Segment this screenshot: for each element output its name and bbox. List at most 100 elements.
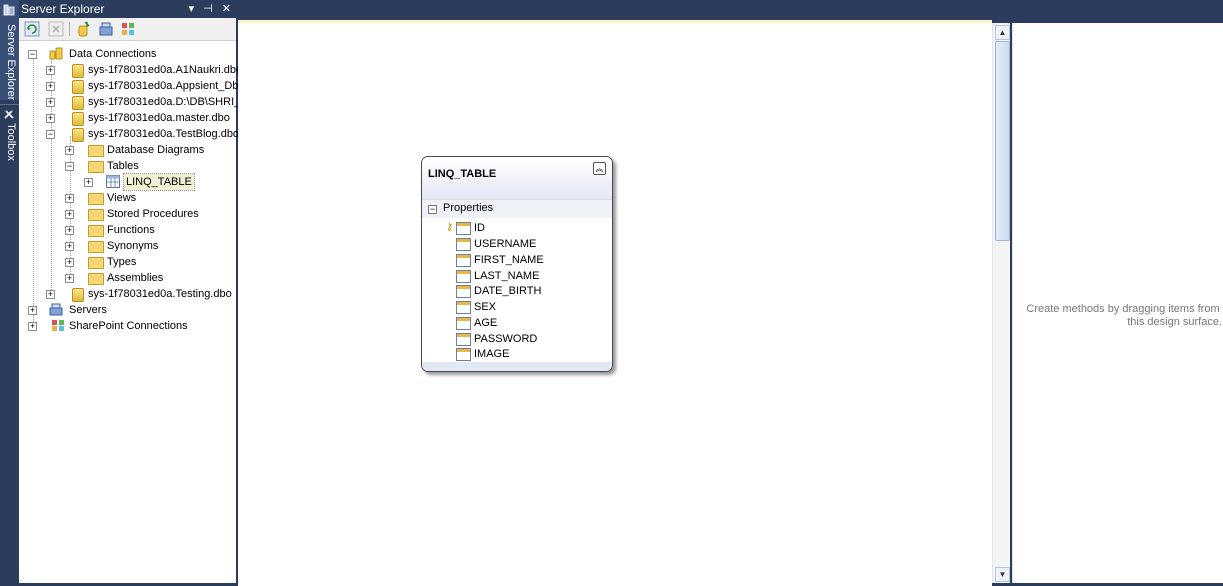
property-label: LAST_NAME <box>474 270 540 282</box>
property-icon <box>456 333 471 346</box>
property-icon <box>456 348 471 361</box>
property-icon <box>456 285 471 298</box>
tree-label: Tables <box>107 160 139 172</box>
expand-toggle[interactable]: + <box>46 290 55 299</box>
tree-label: sys-1f78031ed0a.Testing.dbo <box>88 288 232 300</box>
property-label: DATE_BIRTH <box>474 285 542 297</box>
collapse-toggle[interactable]: − <box>428 205 437 214</box>
panel-window-buttons[interactable]: ▾ ⊣ ✕ <box>189 0 234 18</box>
expand-toggle[interactable]: + <box>65 274 74 283</box>
methods-pane[interactable]: Create methods by dragging items from S … <box>1012 23 1223 583</box>
connect-server-icon[interactable] <box>98 21 114 37</box>
connect-sharepoint-icon[interactable] <box>120 21 136 37</box>
property-label: PASSWORD <box>474 333 538 345</box>
tree-label: sys-1f78031ed0a.D:\DB\SHRI_ <box>88 96 241 108</box>
toolbox-icon <box>4 110 14 119</box>
expand-toggle[interactable]: + <box>65 258 74 267</box>
tree-label: sys-1f78031ed0a.A1Naukri.dbo <box>88 64 243 76</box>
expand-toggle[interactable]: + <box>46 98 55 107</box>
folder-icon <box>88 145 104 157</box>
property-icon <box>456 238 471 251</box>
entity-header: LINQ_TABLE ︽ <box>422 157 612 200</box>
folder-icon <box>88 257 104 269</box>
tree-line <box>51 56 52 294</box>
design-surface-scrollbar[interactable]: ▲ ▼ <box>992 23 1010 583</box>
panel-toolbar <box>19 18 236 41</box>
expand-toggle[interactable]: + <box>65 242 74 251</box>
collapse-toggle[interactable]: − <box>65 162 74 171</box>
servers-icon <box>49 303 63 316</box>
stop-icon[interactable] <box>48 21 64 37</box>
scroll-down-icon[interactable]: ▼ <box>995 567 1010 582</box>
tree-label: Data Connections <box>69 48 157 60</box>
methods-hint-line1: Create methods by dragging items from S <box>1026 303 1223 315</box>
tree-label: Synonyms <box>107 240 159 252</box>
sharepoint-icon <box>52 320 64 331</box>
expand-toggle[interactable]: + <box>46 66 55 75</box>
property-label: AGE <box>474 317 498 329</box>
property-label: FIRST_NAME <box>474 254 544 266</box>
tree-label: Views <box>107 192 137 204</box>
properties-section-header[interactable]: − Properties <box>422 200 612 218</box>
expand-toggle[interactable]: + <box>46 114 55 123</box>
property-icon <box>456 270 471 283</box>
scroll-up-icon[interactable]: ▲ <box>995 25 1010 40</box>
tab-toolbox[interactable]: Toolbox <box>0 104 19 165</box>
database-icon <box>72 64 84 78</box>
linq-design-surface[interactable]: LINQ_TABLE ︽ − Properties ⚷ ID USERNAME … <box>238 20 992 586</box>
entity-title: LINQ_TABLE <box>428 168 497 180</box>
tree-line <box>33 56 34 326</box>
entity-footer <box>422 362 612 371</box>
folder-icon <box>88 193 104 205</box>
database-icon <box>72 112 84 126</box>
property-icon <box>456 254 471 267</box>
tab-toolbox-label: Toolbox <box>5 123 17 161</box>
tree-label: sys-1f78031ed0a.master.dbo <box>88 112 230 124</box>
collapse-entity-icon[interactable]: ︽ <box>593 162 606 175</box>
tree-label: Stored Procedures <box>107 208 199 220</box>
methods-hint-line2: this design surface. <box>1127 316 1222 328</box>
database-icon <box>72 128 84 142</box>
expand-toggle[interactable]: + <box>65 146 74 155</box>
connect-database-icon[interactable] <box>76 21 92 37</box>
server-explorer-panel: Server Explorer ▾ ⊣ ✕ − Data Connections… <box>19 0 242 583</box>
primary-key-icon: ⚷ <box>446 222 454 233</box>
expand-toggle[interactable]: + <box>65 194 74 203</box>
folder-icon <box>88 273 104 285</box>
collapse-toggle[interactable]: − <box>46 130 55 139</box>
tool-window-tab-strip: Server Explorer Toolbox <box>0 0 19 583</box>
refresh-icon[interactable] <box>24 21 40 37</box>
tree-label: sys-1f78031ed0a.Appsient_Db <box>88 80 239 92</box>
folder-icon <box>88 225 104 237</box>
server-explorer-icon <box>3 4 15 16</box>
property-label: IMAGE <box>474 348 510 360</box>
toolbar-separator <box>69 22 70 36</box>
expand-toggle[interactable]: + <box>84 178 93 187</box>
expand-toggle[interactable]: + <box>28 306 37 315</box>
expand-toggle[interactable]: + <box>28 322 37 331</box>
tab-server-explorer-label: Server Explorer <box>5 24 17 101</box>
database-icon <box>72 80 84 94</box>
property-icon <box>456 222 471 235</box>
expand-toggle[interactable]: + <box>65 210 74 219</box>
scrollbar-thumb[interactable] <box>995 41 1010 241</box>
property-icon <box>456 301 471 314</box>
document-tab-bar <box>238 0 1223 20</box>
folder-icon <box>88 241 104 253</box>
collapse-toggle[interactable]: − <box>28 50 37 59</box>
tree-label: Database Diagrams <box>107 144 205 156</box>
database-icon <box>72 96 84 110</box>
methods-pane-hint: Create methods by dragging items from S … <box>1012 303 1223 329</box>
folder-open-icon <box>88 161 104 173</box>
expand-toggle[interactable]: + <box>65 226 74 235</box>
tab-server-explorer[interactable]: Server Explorer <box>0 0 19 100</box>
panel-title: Server Explorer <box>21 2 105 16</box>
expand-toggle[interactable]: + <box>46 82 55 91</box>
table-icon <box>106 175 120 188</box>
tree-label: Assemblies <box>107 272 164 284</box>
entity-linq-table[interactable]: LINQ_TABLE ︽ − Properties ⚷ ID USERNAME … <box>421 156 613 372</box>
tree-label: SharePoint Connections <box>69 320 188 332</box>
folder-icon <box>88 209 104 221</box>
tree-label: Functions <box>107 224 155 236</box>
database-icon <box>72 288 84 302</box>
